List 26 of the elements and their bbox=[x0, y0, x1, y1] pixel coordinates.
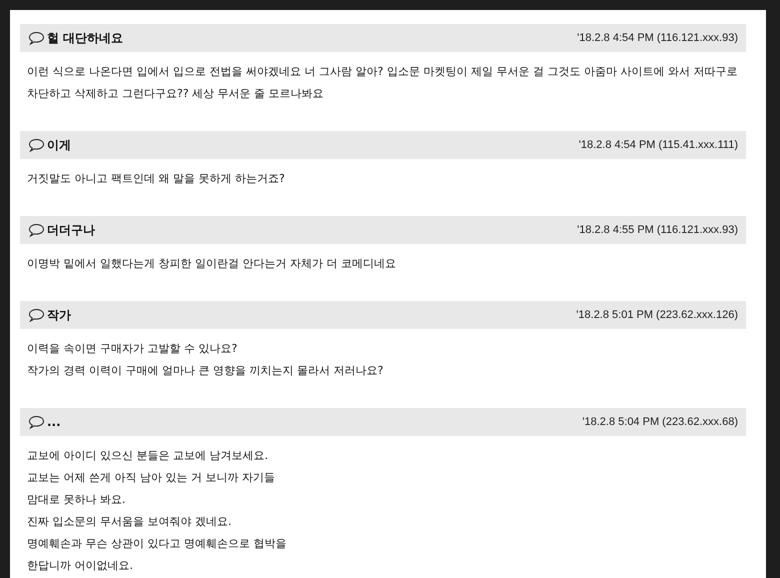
comment-author: 이게 bbox=[47, 137, 71, 154]
comment-text: 이런 식으로 나온다면 입에서 입으로 전법을 써야겠네요 너 그사람 알아? 입소문 마켓팅이 제일 무서운 걸 그것도 아줌마 사이트에 와서 저따구로 차단하고 삭제하고 그런다구요?? 세상 무서운 줄 모르나봐요 bbox=[27, 64, 738, 102]
comment-timestamp: '18.2.8 4:54 PM (115.41.xxx.111) bbox=[578, 138, 738, 153]
comment-text: 맘대로 못하나 봐요. bbox=[27, 492, 126, 508]
comment-text: 진짜 입소문의 무서움을 보여줘야 겠네요. bbox=[27, 514, 232, 530]
comment-text: 이력을 속이면 구매자가 고발할 수 있나요? bbox=[27, 341, 238, 357]
comment-text: 교보에 아이디 있으신 분들은 교보에 남겨보세요. bbox=[27, 448, 269, 464]
comment-timestamp: '18.2.8 5:04 PM (223.62.xxx.68) bbox=[582, 414, 738, 430]
comment-text: 작가의 경력 이력이 구매에 얼마나 큰 영향을 끼치는지 몰라서 저러나요? bbox=[27, 363, 384, 379]
comment-timestamp: '18.2.8 5:01 PM (223.62.xxx.126) bbox=[576, 308, 738, 323]
comment-author: 더더구나 bbox=[47, 222, 95, 239]
speech-bubble-icon bbox=[28, 223, 45, 237]
comment-author: ... bbox=[47, 414, 61, 431]
comment-text: 한답니까 어이없네요. bbox=[27, 558, 134, 574]
speech-bubble-icon bbox=[28, 138, 45, 152]
comment-text: 명예훼손과 무슨 상관이 있다고 명예훼손으로 협박을 bbox=[27, 536, 288, 552]
comment-text: 교보는 어제 쓴게 아직 남아 있는 거 보니까 자기들 bbox=[27, 470, 276, 486]
comment-timestamp: '18.2.8 4:54 PM (116.121.xxx.93) bbox=[577, 30, 738, 46]
comment-text: 이명박 밑에서 일했다는게 창피한 일이란걸 안다는거 자체가 더 코메디네요 bbox=[27, 256, 397, 272]
speech-bubble-icon bbox=[28, 415, 45, 429]
comment-author: 작가 bbox=[47, 307, 71, 324]
speech-bubble-icon bbox=[28, 31, 45, 45]
comment-author: 헐 대단하네요 bbox=[47, 30, 124, 47]
speech-bubble-icon bbox=[28, 308, 45, 322]
comment-timestamp: '18.2.8 4:55 PM (116.121.xxx.93) bbox=[577, 222, 738, 238]
comment-text: 거짓말도 아니고 팩트인데 왜 말을 못하게 하는거죠? bbox=[27, 171, 286, 187]
